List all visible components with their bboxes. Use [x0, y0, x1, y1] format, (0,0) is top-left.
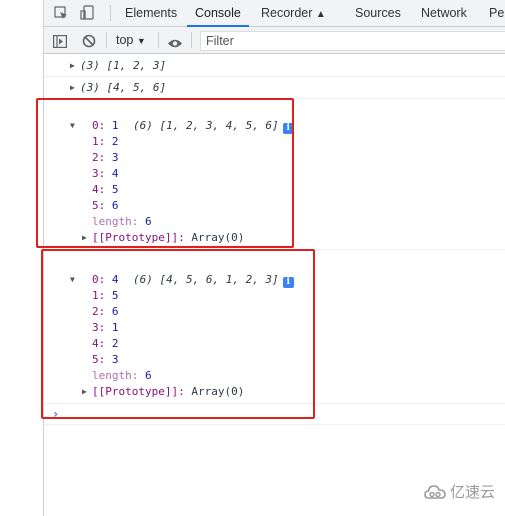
- array-summary: (3) [4, 5, 6]: [80, 81, 167, 94]
- context-selector[interactable]: top ▼: [116, 27, 146, 53]
- array-item: 1: 2: [44, 134, 505, 150]
- expand-arrow-icon[interactable]: ▶: [70, 55, 75, 76]
- console-log-entry[interactable]: ▶ (3) [1, 2, 3]: [44, 55, 505, 77]
- array-item: 4: 5: [44, 182, 505, 198]
- array-item: 0: 4: [44, 272, 505, 288]
- length-key: length:: [92, 215, 139, 228]
- item-key: 5:: [92, 199, 106, 212]
- item-key: 4:: [92, 183, 106, 196]
- item-key: 1:: [92, 289, 106, 302]
- prototype-value: Array(0): [191, 385, 245, 398]
- tabbar-separator: [110, 5, 111, 21]
- array-item: 4: 2: [44, 336, 505, 352]
- item-value: 1: [111, 119, 119, 132]
- watermark-text: 亿速云: [449, 483, 495, 501]
- console-log-entry-expanded: ▼ (6) [4, 5, 6, 1, 2, 3] i 0: 4 1: 5 2: 6 …: [44, 250, 505, 404]
- tab-sources[interactable]: Sources: [355, 0, 401, 26]
- item-value: 5: [111, 183, 119, 196]
- array-prototype[interactable]: ▶ [[Prototype]]: Array(0): [44, 230, 505, 246]
- array-item: 5: 6: [44, 198, 505, 214]
- prototype-key: [[Prototype]]:: [92, 231, 185, 244]
- tab-network[interactable]: Network: [421, 0, 467, 26]
- toolbar-separator: [106, 32, 107, 48]
- array-length: length: 6: [44, 368, 505, 384]
- item-key: 2:: [92, 305, 106, 318]
- array-summary: (3) [1, 2, 3]: [80, 59, 167, 72]
- console-prompt[interactable]: ›: [44, 404, 505, 425]
- item-key: 0:: [92, 273, 106, 286]
- item-key: 5:: [92, 353, 106, 366]
- toolbar-separator: [158, 32, 159, 48]
- tab-console[interactable]: Console: [187, 0, 249, 27]
- item-value: 2: [111, 135, 119, 148]
- console-log-entry-expanded: ▼ (6) [1, 2, 3, 4, 5, 6] i 0: 1 1: 2 2: 3 …: [44, 99, 505, 250]
- flask-icon: ▲: [315, 9, 326, 20]
- device-toolbar-icon[interactable]: [80, 5, 94, 24]
- devtools-tabbar: Elements Console Recorder ▲ Sources Netw…: [44, 0, 505, 27]
- devtools-panel: Elements Console Recorder ▲ Sources Netw…: [44, 0, 505, 516]
- item-value: 2: [111, 337, 119, 350]
- toolbar-separator: [191, 32, 192, 48]
- tab-performance[interactable]: Per: [489, 0, 505, 26]
- expand-arrow-icon[interactable]: ▶: [82, 384, 87, 400]
- expand-arrow-icon[interactable]: ▶: [82, 230, 87, 246]
- item-key: 4:: [92, 337, 106, 350]
- length-value: 6: [144, 369, 152, 382]
- context-label: top: [116, 33, 134, 47]
- item-key: 3:: [92, 167, 106, 180]
- array-item: 2: 3: [44, 150, 505, 166]
- console-log-entry[interactable]: ▶ (3) [4, 5, 6]: [44, 77, 505, 99]
- array-item: 5: 3: [44, 352, 505, 368]
- filter-input[interactable]: Filter: [200, 31, 505, 51]
- array-item: 3: 1: [44, 320, 505, 336]
- array-item: 3: 4: [44, 166, 505, 182]
- array-item: 0: 1: [44, 118, 505, 134]
- console-output: ▶ (3) [1, 2, 3] ▶ (3) [4, 5, 6] ▼ (6) [1, 2…: [44, 55, 505, 425]
- watermark: 亿速云: [424, 481, 495, 502]
- inspect-element-icon[interactable]: [54, 5, 68, 24]
- item-value: 6: [111, 305, 119, 318]
- live-expression-eye-icon[interactable]: [167, 34, 183, 53]
- prototype-value: Array(0): [191, 231, 245, 244]
- array-header[interactable]: ▼ (6) [4, 5, 6, 1, 2, 3] i: [44, 256, 505, 288]
- console-toolbar: top ▼ Filter: [44, 27, 505, 54]
- item-key: 3:: [92, 321, 106, 334]
- array-header[interactable]: ▼ (6) [1, 2, 3, 4, 5, 6] i: [44, 102, 505, 134]
- tab-elements[interactable]: Elements: [125, 0, 177, 26]
- item-value: 3: [111, 151, 119, 164]
- clear-console-icon[interactable]: [82, 33, 96, 52]
- expand-arrow-icon[interactable]: ▶: [70, 77, 75, 98]
- length-key: length:: [92, 369, 139, 382]
- item-value: 5: [111, 289, 119, 302]
- show-sidebar-icon[interactable]: [53, 33, 68, 52]
- tab-recorder-label: Recorder: [261, 6, 313, 20]
- item-key: 2:: [92, 151, 106, 164]
- array-item: 2: 6: [44, 304, 505, 320]
- prompt-chevron-icon: ›: [52, 407, 60, 421]
- prototype-key: [[Prototype]]:: [92, 385, 185, 398]
- item-value: 4: [111, 167, 119, 180]
- array-item: 1: 5: [44, 288, 505, 304]
- item-key: 0:: [92, 119, 106, 132]
- array-prototype[interactable]: ▶ [[Prototype]]: Array(0): [44, 384, 505, 400]
- length-value: 6: [144, 215, 152, 228]
- tab-recorder[interactable]: Recorder ▲: [261, 0, 326, 26]
- item-value: 1: [111, 321, 119, 334]
- array-length: length: 6: [44, 214, 505, 230]
- item-value: 6: [111, 199, 119, 212]
- item-value: 3: [111, 353, 119, 366]
- item-value: 4: [111, 273, 119, 286]
- cloud-logo-icon: [424, 484, 446, 499]
- dropdown-arrow-icon: ▼: [136, 36, 146, 46]
- item-key: 1:: [92, 135, 106, 148]
